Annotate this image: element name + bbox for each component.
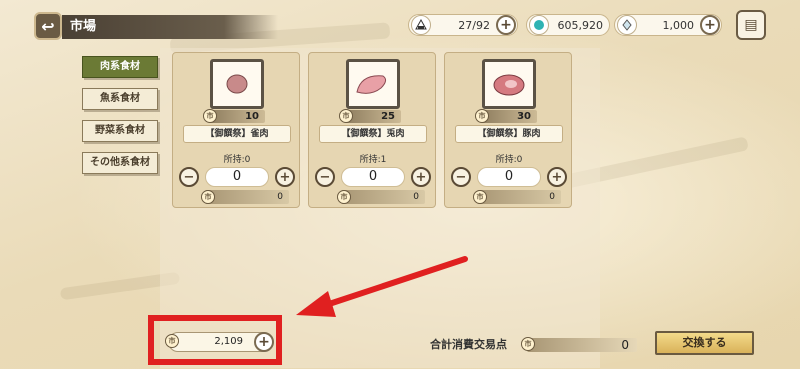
item-card: 市 10 【御饌祭】雀肉 所持:0 − 0 + 市0 [172,52,300,208]
item-image [346,59,400,109]
trade-point-icon: 市 [165,334,179,348]
item-price: 市 10 [203,109,265,123]
total-label: 合計消費交易点 [430,338,507,351]
stamina-counter: 27/92 + [408,14,518,36]
trade-point-icon: 市 [473,190,487,204]
item-cost: 市0 [337,190,425,204]
quantity-input[interactable]: 0 [341,167,405,187]
tab-vegetable[interactable]: 野菜系食材 [82,120,158,142]
add-stamina-button[interactable]: + [496,15,516,35]
tab-fish[interactable]: 魚系食材 [82,88,158,110]
quantity-input[interactable]: 0 [205,167,269,187]
increase-button[interactable]: + [411,167,431,187]
annotation-arrow [296,256,468,317]
item-image [210,59,264,109]
item-image [482,59,536,109]
crystal-icon [617,15,637,35]
exchange-button[interactable]: 交換する [655,331,754,355]
gem-counter: 605,920 [526,14,610,36]
gem-icon [529,15,549,35]
increase-button[interactable]: + [275,167,295,187]
crystal-counter: 1,000 + [614,14,722,36]
trade-point-balance: 市 2,109 + [165,332,274,352]
item-name: 【御饌祭】兎肉 [319,125,427,143]
tab-meat[interactable]: 肉系食材 [82,56,158,78]
page-title: 市場 [62,15,278,39]
trade-point-icon: 市 [521,337,535,351]
item-name: 【御饌祭】豚肉 [455,125,563,143]
gem-value: 605,920 [557,18,604,32]
onigiri-icon [411,15,431,35]
trade-point-icon: 市 [337,190,351,204]
trade-point-icon: 市 [201,190,215,204]
back-button[interactable]: ↩ [34,12,62,40]
quantity-input[interactable]: 0 [477,167,541,187]
trade-point-icon: 市 [475,109,489,123]
item-owned: 所持:0 [223,155,251,165]
decrease-button[interactable]: − [315,167,335,187]
add-crystal-button[interactable]: + [700,15,720,35]
item-price: 市 25 [339,109,401,123]
item-card: 市 30 【御饌祭】豚肉 所持:0 − 0 + 市0 [444,52,572,208]
item-card: 市 25 【御饌祭】兎肉 所持:1 − 0 + 市0 [308,52,436,208]
item-cost: 市0 [201,190,289,204]
increase-button[interactable]: + [547,167,567,187]
trade-point-icon: 市 [339,109,353,123]
total-cost: 市 0 [521,337,637,352]
item-cost: 市0 [473,190,561,204]
menu-button[interactable]: ▤ [736,10,766,40]
trade-point-icon: 市 [203,109,217,123]
item-owned: 所持:0 [495,155,523,165]
decrease-button[interactable]: − [179,167,199,187]
tab-other[interactable]: その他系食材 [82,152,158,174]
item-name: 【御饌祭】雀肉 [183,125,291,143]
item-owned: 所持:1 [359,155,387,165]
highlight-box: 市 2,109 + [148,315,282,365]
item-price: 市 30 [475,109,537,123]
stamina-value: 27/92 [458,18,490,32]
decrease-button[interactable]: − [451,167,471,187]
add-trade-point-button[interactable]: + [254,332,274,352]
crystal-value: 1,000 [662,18,695,32]
